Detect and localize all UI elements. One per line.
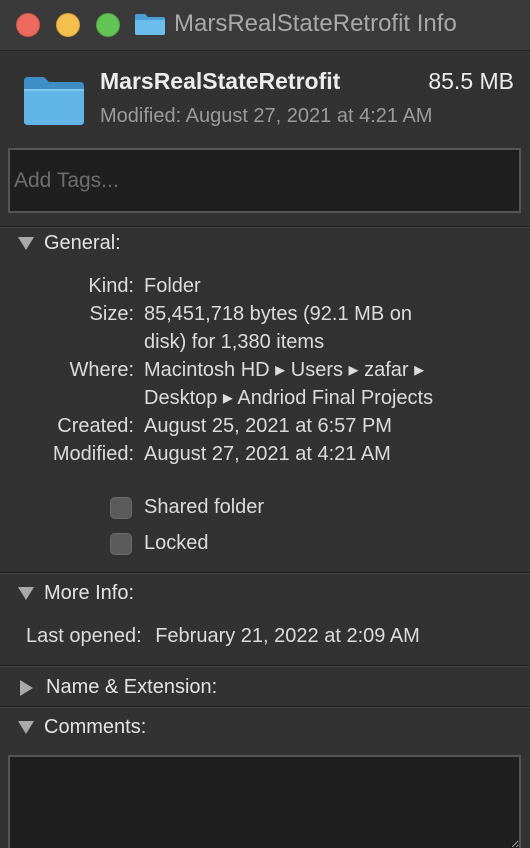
where-label: Where:	[69, 359, 134, 381]
disclosure-right-icon	[20, 679, 33, 696]
info-header: MarsRealStateRetrofit 85.5 MB Modified: …	[0, 51, 530, 143]
close-button[interactable]	[16, 13, 40, 37]
comments-textarea[interactable]	[8, 755, 521, 848]
folder-icon	[135, 14, 165, 35]
divider	[0, 665, 530, 667]
more-info-section-toggle[interactable]: More Info:	[18, 582, 134, 605]
locked-checkbox[interactable]: Locked	[110, 532, 209, 555]
shared-folder-checkbox[interactable]: Shared folder	[110, 496, 264, 519]
general-section-toggle[interactable]: General:	[18, 232, 121, 255]
modified-value: August 27, 2021 at 4:21 AM	[144, 443, 391, 465]
title-bar: MarsRealStateRetrofit Info	[0, 0, 530, 51]
window-title: MarsRealStateRetrofit Info	[174, 10, 457, 37]
header-modified: Modified: August 27, 2021 at 4:21 AM	[100, 105, 433, 127]
size-label: Size:	[89, 303, 134, 325]
created-label: Created:	[57, 415, 134, 437]
where-value-line1: Macintosh HD ▸ Users ▸ zafar ▸	[144, 359, 425, 381]
disclosure-down-icon	[18, 587, 34, 600]
name-extension-section-toggle[interactable]: Name & Extension:	[18, 676, 217, 699]
last-opened-value: February 21, 2022 at 2:09 AM	[155, 625, 420, 647]
comments-title: Comments:	[44, 716, 147, 738]
disclosure-down-icon	[18, 721, 34, 734]
checkbox-icon[interactable]	[110, 496, 132, 519]
file-name: MarsRealStateRetrofit	[100, 68, 341, 94]
divider	[0, 706, 530, 708]
general-details: Kind: Folder Size: 85,451,718 bytes (92.…	[0, 272, 530, 472]
checkbox-icon[interactable]	[110, 532, 132, 555]
comments-section-toggle[interactable]: Comments:	[18, 716, 146, 739]
more-info-title: More Info:	[44, 582, 135, 604]
folder-icon	[24, 77, 84, 125]
general-title: General:	[44, 232, 121, 254]
divider	[0, 572, 530, 574]
locked-label: Locked	[144, 532, 209, 554]
last-opened-label: Last opened:	[26, 625, 142, 647]
where-value-line2: Desktop ▸ Andriod Final Projects	[144, 387, 434, 409]
size-value-line1: 85,451,718 bytes (92.1 MB on	[144, 303, 412, 325]
name-extension-title: Name & Extension:	[46, 676, 218, 698]
minimize-button[interactable]	[56, 13, 80, 37]
disclosure-down-icon	[18, 237, 34, 250]
kind-value: Folder	[144, 275, 201, 297]
divider	[0, 226, 530, 228]
modified-label: Modified:	[52, 443, 134, 465]
last-opened-row: Last opened: February 21, 2022 at 2:09 A…	[26, 622, 526, 650]
file-size: 85.5 MB	[428, 68, 514, 94]
zoom-button[interactable]	[96, 13, 120, 37]
shared-folder-label: Shared folder	[144, 496, 265, 518]
created-value: August 25, 2021 at 6:57 PM	[144, 415, 392, 437]
kind-label: Kind:	[88, 275, 134, 297]
tags-input[interactable]	[8, 148, 521, 213]
size-value-line2: disk) for 1,380 items	[144, 331, 325, 353]
